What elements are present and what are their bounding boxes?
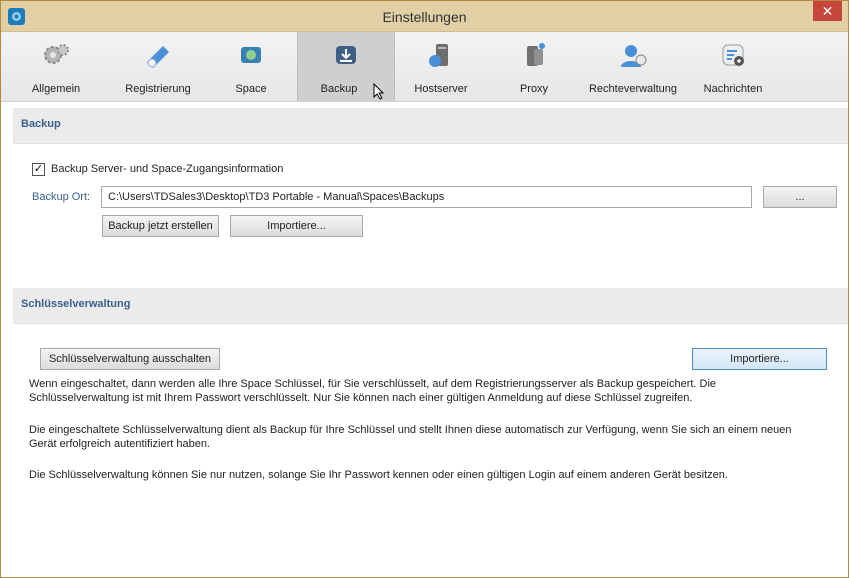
- tab-registrierung[interactable]: Registrierung: [115, 32, 201, 101]
- disable-key-management-button[interactable]: Schlüsselverwaltung ausschalten: [40, 348, 220, 370]
- tab-label: Hostserver: [414, 83, 468, 95]
- create-backup-button[interactable]: Backup jetzt erstellen: [102, 215, 219, 237]
- backup-access-checkbox[interactable]: ✓: [32, 163, 45, 176]
- tab-hostserver[interactable]: Hostserver: [406, 32, 476, 101]
- hostserver-icon: [429, 44, 448, 67]
- proxy-icon: [527, 43, 545, 66]
- window-title: Einstellungen: [382, 9, 467, 25]
- close-button[interactable]: ✕: [813, 1, 842, 21]
- tab-nachrichten[interactable]: Nachrichten: [698, 32, 768, 101]
- tab-allgemein[interactable]: Allgemein: [21, 32, 91, 101]
- space-icon: [241, 47, 261, 63]
- tab-label: Space: [235, 83, 267, 95]
- tab-label: Allgemein: [31, 83, 81, 95]
- backup-location-field[interactable]: C:\Users\TDSales3\Desktop\TD3 Portable -…: [101, 186, 752, 208]
- settings-tabs: Allgemein Registrierung Space Backup Hos…: [1, 32, 848, 102]
- gears-icon: [44, 44, 69, 64]
- key-management-paragraph-3: Die Schlüsselverwaltung können Sie nur n…: [29, 469, 728, 481]
- title-bar: Einstellungen ✕: [1, 1, 848, 32]
- tab-proxy[interactable]: Proxy: [506, 32, 562, 101]
- rights-icon: [621, 45, 647, 67]
- backup-access-label: Backup Server- und Space-Zugangsinformat…: [51, 163, 284, 175]
- tab-label: Proxy: [519, 83, 549, 95]
- settings-window: Einstellungen ✕ Allgemein Registrierung: [0, 0, 849, 578]
- import-backup-button[interactable]: Importiere...: [230, 215, 363, 237]
- mouse-cursor-icon: [373, 83, 385, 100]
- backup-icon: [336, 46, 356, 64]
- tab-label: Registrierung: [125, 83, 191, 95]
- key-management-paragraph-1: Wenn eingeschaltet, dann werden alle Ihr…: [29, 378, 717, 404]
- messages-icon: [722, 44, 744, 66]
- backup-heading: Backup: [21, 118, 61, 130]
- tab-backup[interactable]: Backup: [297, 32, 395, 101]
- key-management-paragraph-2: Die eingeschaltete Schlüsselverwaltung d…: [29, 424, 792, 450]
- import-keys-button[interactable]: Importiere...: [692, 348, 827, 370]
- tab-label: Nachrichten: [703, 83, 763, 95]
- tab-space[interactable]: Space: [223, 32, 279, 101]
- tab-label: Rechteverwaltung: [588, 83, 678, 95]
- backup-location-label: Backup Ort:: [32, 191, 91, 203]
- key-management-heading: Schlüsselverwaltung: [21, 298, 131, 310]
- register-icon: [147, 46, 169, 68]
- key-management-section-header: Schlüsselverwaltung: [13, 288, 848, 324]
- tab-rechteverwaltung[interactable]: Rechteverwaltung: [578, 32, 688, 101]
- browse-button[interactable]: ...: [763, 186, 837, 208]
- backup-section-header: Backup: [13, 108, 848, 144]
